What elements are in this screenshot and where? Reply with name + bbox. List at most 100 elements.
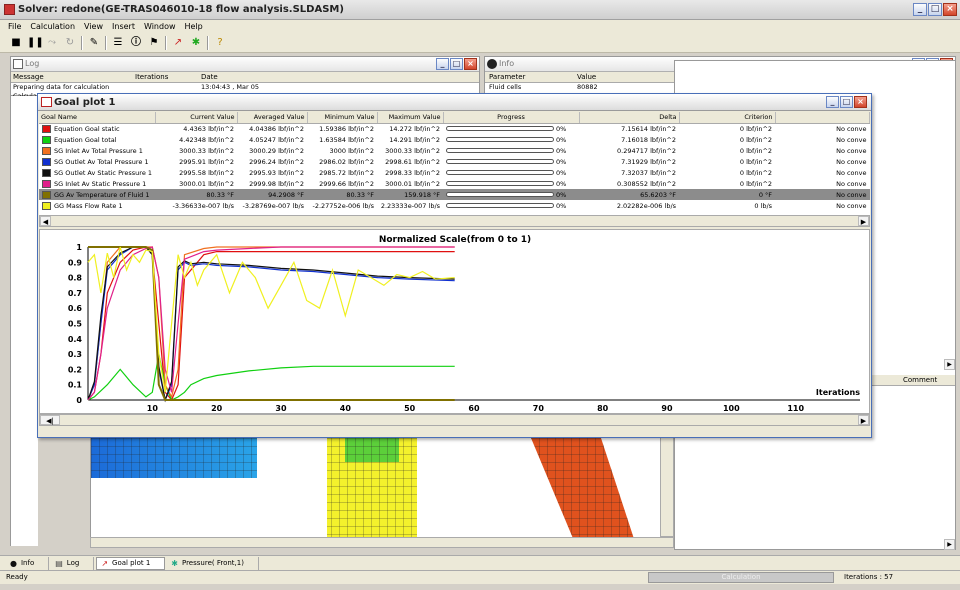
goal-row[interactable]: Equation Goal static 4.4363 lbf/in^2 4.043… xyxy=(39,123,870,134)
goal-status: No conve xyxy=(775,156,870,167)
goal-averaged-value: 4.04386 lbf/in^2 xyxy=(237,123,308,134)
step-icon[interactable]: ⤳ xyxy=(45,36,59,50)
y-tick-label: 0.7 xyxy=(68,289,82,298)
col-minimum-value[interactable]: Minimum Value xyxy=(307,112,378,124)
goal-row[interactable]: GG Mass Flow Rate 1 -3.36633e-007 lb/s -3.… xyxy=(39,200,870,211)
info-icon[interactable]: ⓘ xyxy=(129,36,143,50)
model-viewport[interactable] xyxy=(90,437,674,547)
toolbar-separator xyxy=(207,35,209,50)
col-delta[interactable]: Delta xyxy=(579,112,680,124)
menu-window[interactable]: Window xyxy=(144,22,176,31)
info-vscroll-arrow[interactable]: ▶ xyxy=(944,359,955,370)
preview-icon[interactable]: ✱ xyxy=(189,36,203,50)
viewport-vscroll[interactable] xyxy=(660,437,674,537)
refresh-icon[interactable]: ↻ xyxy=(63,36,77,50)
goal-row[interactable]: SG Inlet Av Static Pressure 1 3000.01 lbf… xyxy=(39,178,870,189)
goal-row[interactable]: GG Av Temperature of Fluid 1 80.33 °F 94.2… xyxy=(39,189,870,200)
col-goal-name[interactable]: Goal Name xyxy=(39,112,156,124)
log-col-iterations[interactable]: Iterations xyxy=(135,73,168,81)
goal-criterion: 0 °F xyxy=(679,189,776,200)
viewport-hscroll[interactable] xyxy=(90,537,674,548)
goal-minimum-value: 1.59386 lbf/in^2 xyxy=(307,123,378,134)
menu-view[interactable]: View xyxy=(84,22,103,31)
stop-icon[interactable]: ■ xyxy=(9,36,23,50)
goal-row[interactable]: SG Inlet Av Total Pressure 1 3000.33 lbf/… xyxy=(39,145,870,156)
goal-name: SG Inlet Av Total Pressure 1 xyxy=(54,146,143,155)
info-col-value[interactable]: Value xyxy=(577,73,596,81)
help-icon[interactable]: ? xyxy=(213,36,227,50)
goal-row[interactable]: SG Outlet Av Total Pressure 1 2995.91 lbf… xyxy=(39,156,870,167)
minimize-button[interactable]: _ xyxy=(913,3,927,16)
menu-insert[interactable]: Insert xyxy=(112,22,135,31)
goals-hscroll[interactable]: ◀ ▶ xyxy=(39,215,870,227)
close-button[interactable]: × xyxy=(943,3,957,16)
y-tick-label: 0.5 xyxy=(68,320,83,329)
goal-criterion: 0 lbf/in^2 xyxy=(679,145,776,156)
pause-icon[interactable]: ❚❚ xyxy=(27,36,44,50)
info-row-value: 80882 xyxy=(577,83,598,91)
goal-name: Equation Goal total xyxy=(54,135,117,144)
tab-goal-plot[interactable]: ↗ Goal plot 1 xyxy=(96,556,166,570)
goal-plot-minimize-button[interactable]: _ xyxy=(826,96,839,108)
scroll-right-icon[interactable]: ▶ xyxy=(858,415,869,425)
menu-bar: File Calculation View Insert Window Help xyxy=(0,20,960,33)
chart-hscroll[interactable]: ◀| ▶ xyxy=(39,414,870,426)
y-tick-label: 0.1 xyxy=(68,381,83,390)
goal-progress-bar xyxy=(446,126,555,132)
goal-plot-maximize-button[interactable]: □ xyxy=(840,96,853,108)
log-close-button[interactable]: × xyxy=(464,58,477,70)
goal-name: GG Av Temperature of Fluid 1 xyxy=(54,190,150,199)
col-status[interactable] xyxy=(775,112,870,124)
goal-maximum-value: 2998.61 lbf/in^2 xyxy=(377,156,444,167)
outlet-part xyxy=(531,438,637,546)
col-progress[interactable]: Progress xyxy=(443,112,580,124)
goal-current-value: 3000.01 lbf/in^2 xyxy=(155,178,238,189)
info-icon xyxy=(487,59,497,69)
info-row-parameter: Fluid cells xyxy=(489,83,522,91)
goal-plot-icon xyxy=(41,97,52,107)
goal-current-value: 2995.58 lbf/in^2 xyxy=(155,167,238,178)
tab-info[interactable]: ● Info xyxy=(6,556,50,570)
goal-row[interactable]: Equation Goal total 4.42348 lbf/in^2 4.052… xyxy=(39,134,870,145)
col-averaged-value[interactable]: Averaged Value xyxy=(237,112,308,124)
goal-plot-close-button[interactable]: × xyxy=(854,96,867,108)
x-tick-label: 40 xyxy=(340,404,352,413)
log-col-date[interactable]: Date xyxy=(201,73,218,81)
calculation-progress: Calculation xyxy=(648,572,834,583)
status-text: Ready xyxy=(6,573,28,581)
goal-delta: 7.31929 lbf/in^2 xyxy=(579,156,680,167)
tab-pressure[interactable]: ✱ Pressure( Front,1) xyxy=(167,556,259,570)
menu-calculation[interactable]: Calculation xyxy=(30,22,75,31)
series-line-6 xyxy=(88,246,455,401)
series-line-1 xyxy=(87,353,455,401)
series-line-3 xyxy=(87,246,455,403)
scroll-left-icon[interactable]: ◀ xyxy=(40,216,51,226)
goal-plot-icon[interactable]: ↗ xyxy=(171,36,185,50)
info-col-comment[interactable]: Comment xyxy=(903,376,937,384)
tab-log[interactable]: ▤ Log xyxy=(51,556,95,570)
log-maximize-button[interactable]: □ xyxy=(450,58,463,70)
col-current-value[interactable]: Current Value xyxy=(155,112,238,124)
list-icon[interactable]: ☰ xyxy=(111,36,125,50)
goal-progress-value: 0% xyxy=(556,124,567,133)
log-minimize-button[interactable]: _ xyxy=(436,58,449,70)
maximize-button[interactable]: □ xyxy=(928,3,942,16)
menu-help[interactable]: Help xyxy=(185,22,203,31)
pin-icon[interactable]: ✎ xyxy=(87,36,101,50)
toolbar: ■ ❚❚ ⤳ ↻ ✎ ☰ ⓘ ⚑ ↗ ✱ ? xyxy=(0,33,960,53)
info-col-parameter[interactable]: Parameter xyxy=(489,73,525,81)
goal-maximum-value: 2998.33 lbf/in^2 xyxy=(377,167,444,178)
info-hscroll-arrow[interactable]: ▶ xyxy=(944,539,955,550)
log-col-message[interactable]: Message xyxy=(13,73,44,81)
goal-progress-bar xyxy=(446,181,555,186)
goal-color-swatch xyxy=(42,179,51,188)
scroll-left-icon[interactable]: ◀| xyxy=(40,415,60,425)
goal-color-swatch xyxy=(42,124,51,133)
goal-criterion: 0 lbf/in^2 xyxy=(679,134,776,145)
flag-icon[interactable]: ⚑ xyxy=(147,36,161,50)
menu-file[interactable]: File xyxy=(8,22,21,31)
scroll-right-icon[interactable]: ▶ xyxy=(858,216,869,226)
goal-row[interactable]: SG Outlet Av Static Pressure 1 2995.58 lb… xyxy=(39,167,870,178)
col-maximum-value[interactable]: Maximum Value xyxy=(377,112,444,124)
col-criterion[interactable]: Criterion xyxy=(679,112,776,124)
